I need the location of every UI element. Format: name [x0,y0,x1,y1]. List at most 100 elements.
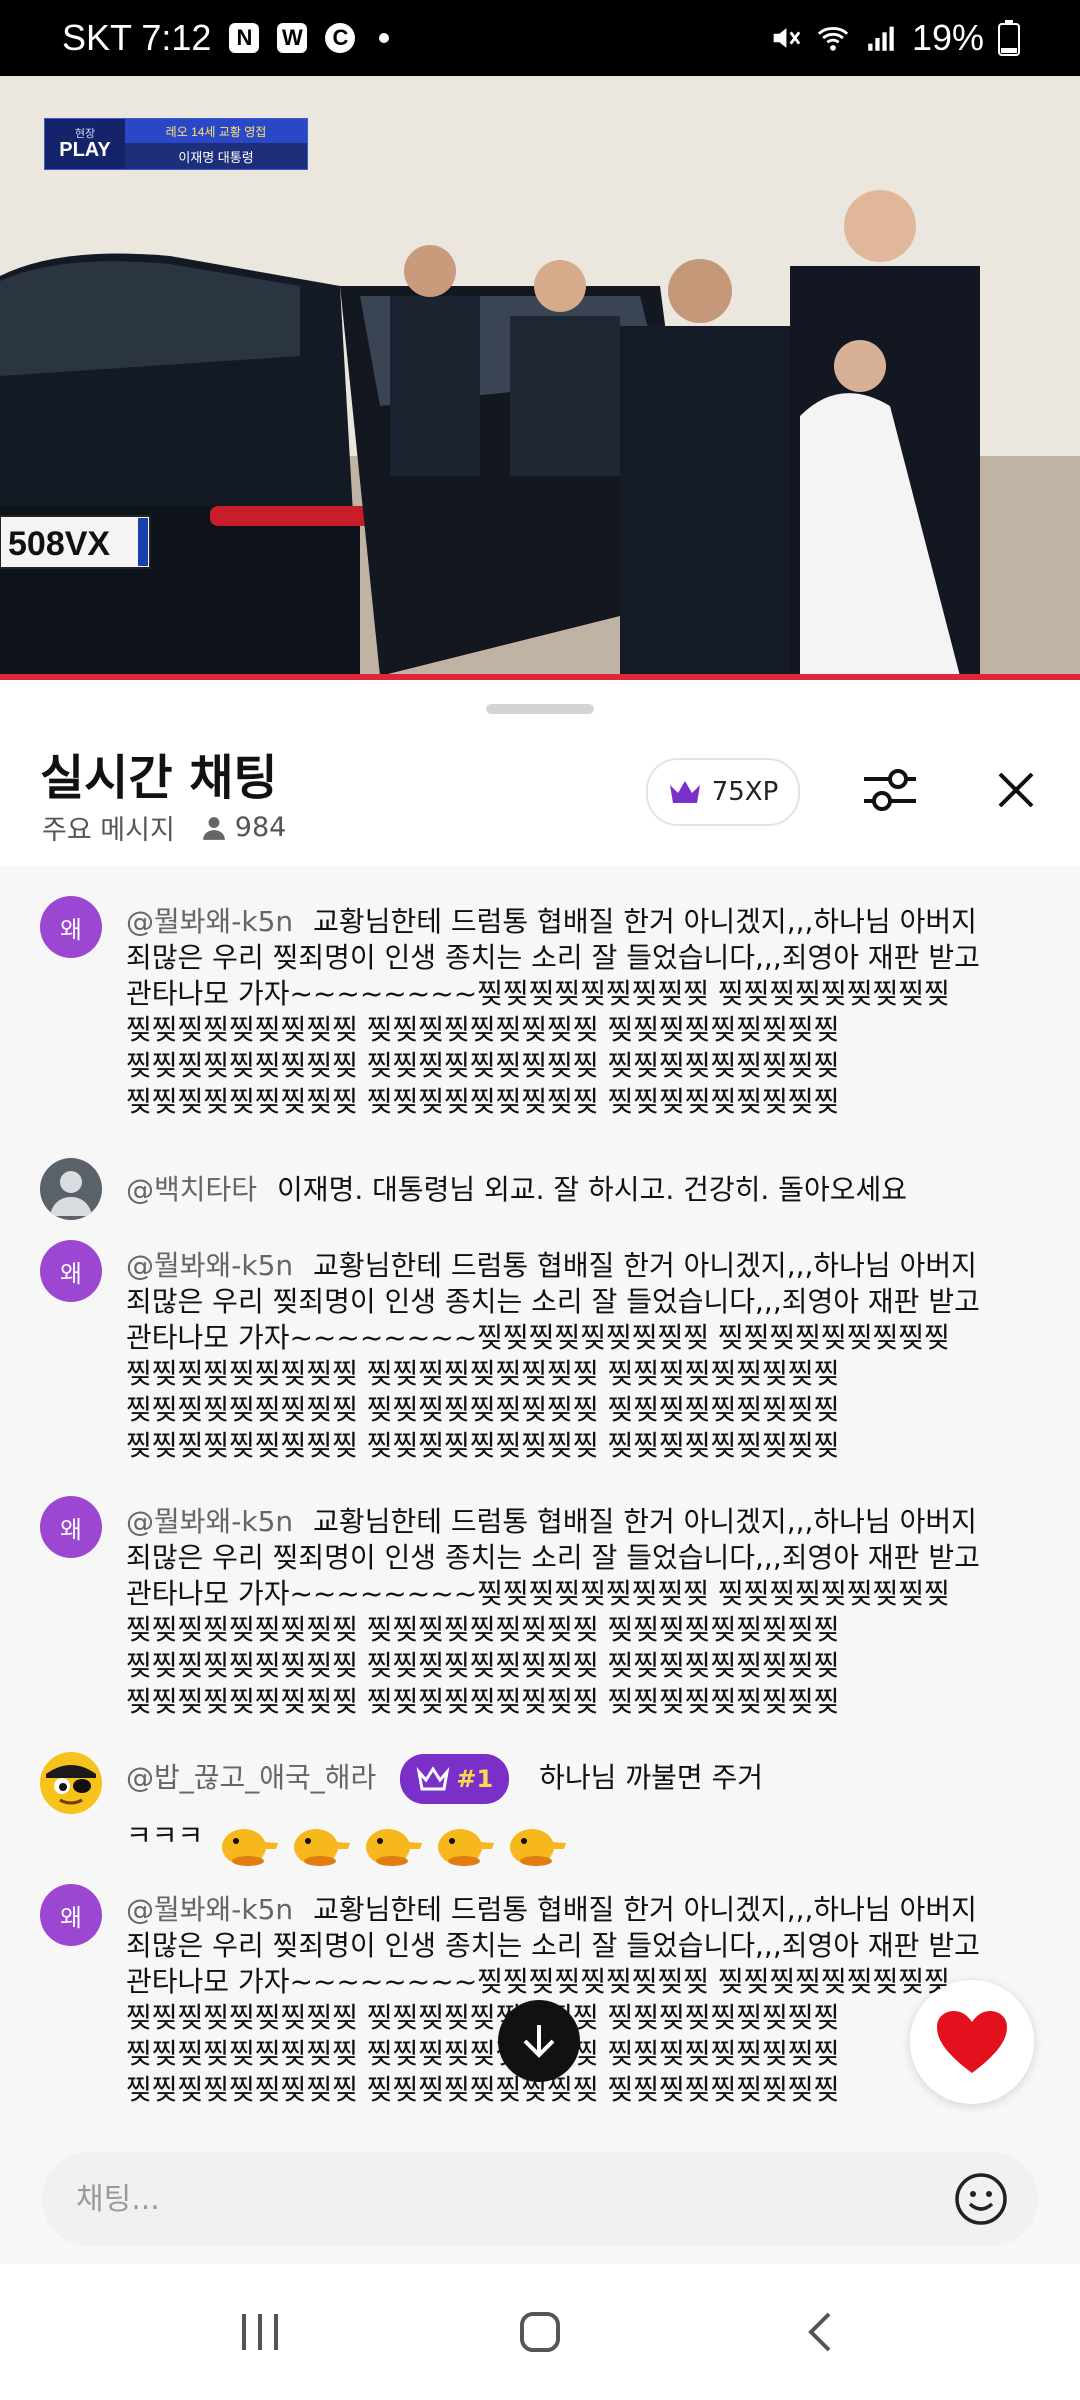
mute-icon [773,28,801,48]
avatar[interactable] [40,1158,102,1220]
status-bar: SKT 7:12 N W C 19% [0,0,1080,76]
live-chat-sheet: 실시간 채팅 주요 메시지 984 75XP 왜 @뭘봐왜-k5n 교황님한테 드… [0,680,1080,2400]
avatar[interactable]: 왜 [40,896,102,958]
arrow-down-icon [523,2025,555,2058]
emoji-icon[interactable] [954,2172,1008,2226]
viewer-count: 984 [201,812,287,843]
broadcast-logo: 현장 PLAY [45,119,125,169]
person-icon [202,816,225,840]
chat-message-list[interactable]: 왜 @뭘봐왜-k5n 교황님한테 드럼통 협배질 한거 아니겠지,,,하나님 아버… [0,866,1080,2310]
avatar[interactable]: 왜 [40,1884,102,1946]
crown-icon [669,781,700,803]
message-line: 관타나모 가자~~~~~~~~찢찢찢찢찢찢찢찢찢 찢찢찢찢찢찢찢찢찢 [126,977,950,1010]
message-line: 관타나모 가자~~~~~~~~찢찢찢찢찢찢찢찢찢 찢찢찢찢찢찢찢찢찢 [126,1577,950,1610]
home-icon [520,2312,560,2352]
like-button[interactable] [910,1980,1034,2104]
message-line: 찢찢찢찢찢찢찢찢찢 찢찢찢찢찢찢찢찢찢 찢찢찢찢찢찢찢찢찢 [126,1685,840,1718]
message-text-2: ㅋㅋㅋ [126,1819,204,1852]
status-left: SKT 7:12 N W C [62,17,390,59]
close-button[interactable] [986,760,1046,820]
chat-title: 실시간 채팅 [40,750,278,806]
xp-value: 75XP [711,777,779,807]
author-name[interactable]: @뭘봐왜-k5n [126,905,293,938]
message-content: @뭘봐왜-k5n 교황님한테 드럼통 협배질 한거 아니겠지,,,하나님 아버지 … [126,1248,986,1464]
recent-apps-icon [242,2314,278,2350]
emoji-row [218,1821,568,1867]
viewer-count-value: 984 [234,812,287,843]
filter-button[interactable] [860,760,920,820]
chat-message: @백치타타 이재명. 대통령님 외교. 잘 하시고. 건강히. 돌아오세요 [0,1158,1080,1228]
member-rank: #1 [456,1765,494,1793]
message-line: 찢찢찢찢찢찢찢찢찢 찢찢찢찢찢찢찢찢찢 찢찢찢찢찢찢찢찢찢 [126,2037,840,2070]
message-line: 찢찢찢찢찢찢찢찢찢 찢찢찢찢찢찢찢찢찢 찢찢찢찢찢찢찢찢찢 [126,1013,840,1046]
notification-w-icon: W [277,23,308,53]
notification-n-icon: N [229,23,260,53]
message-content: @백치타타 이재명. 대통령님 외교. 잘 하시고. 건강히. 돌아오세요 [126,1172,986,1208]
heart-icon [937,2011,1007,2073]
message-line: 찢찢찢찢찢찢찢찢찢 찢찢찢찢찢찢찢찢찢 찢찢찢찢찢찢찢찢찢 [126,2073,840,2106]
chat-message: 왜 @뭘봐왜-k5n 교황님한테 드럼통 협배질 한거 아니겠지,,,하나님 아버… [0,896,1080,1126]
sliders-icon [864,769,916,811]
chat-subtitle-row: 주요 메시지 984 [42,808,286,847]
battery-percent: 19% [911,17,984,58]
back-icon [808,2312,831,2352]
xp-button[interactable]: 75XP [646,758,800,826]
pirate-emoji-icon [41,1753,101,1813]
member-badge: #1 [400,1754,510,1804]
pointing-duck-emoji [366,1829,423,1866]
pointing-duck-emoji [294,1829,351,1866]
author-name[interactable]: @백치타타 [126,1173,257,1206]
message-line: 죄많은 우리 찢죄명이 인생 종치는 소리 잘 들었습니다,,,죄영아 재판 받… [126,1285,980,1318]
chat-input[interactable] [74,2180,898,2218]
avatar[interactable]: 왜 [40,1496,102,1558]
author-name[interactable]: @뭘봐왜-k5n [126,1893,293,1926]
chat-message: 왜 @뭘봐왜-k5n 교황님한테 드럼통 협배질 한거 아니겠지,,,하나님 아버… [0,1240,1080,1470]
default-avatar-icon [50,1171,92,1216]
pointing-duck-emoji [222,1829,279,1866]
message-line: 찢찢찢찢찢찢찢찢찢 찢찢찢찢찢찢찢찢찢 찢찢찢찢찢찢찢찢찢 [126,1393,840,1426]
more-notifications-icon [379,33,390,43]
message-text: 하나님 까불면 주거 [539,1761,764,1794]
message-line: 찢찢찢찢찢찢찢찢찢 찢찢찢찢찢찢찢찢찢 찢찢찢찢찢찢찢찢찢 [126,1649,840,1682]
message-line: 교황님한테 드럼통 협배질 한거 아니겠지,,,하나님 아버지 [313,1249,977,1282]
message-line: 찢찢찢찢찢찢찢찢찢 찢찢찢찢찢찢찢찢찢 찢찢찢찢찢찢찢찢찢 [126,1429,840,1462]
message-line: 찢찢찢찢찢찢찢찢찢 찢찢찢찢찢찢찢찢찢 찢찢찢찢찢찢찢찢찢 [126,1613,840,1646]
signal-icon [868,26,894,51]
chat-mode-label[interactable]: 주요 메시지 [42,808,175,847]
message-content: @밥_끊고_애국_해라 #1 하나님 까불면 주거 ㅋㅋㅋ [126,1754,986,1867]
license-plate: 508VX [8,525,110,563]
scroll-to-bottom-button[interactable] [498,2000,580,2082]
chat-message: 왜 @뭘봐왜-k5n 교황님한테 드럼통 협배질 한거 아니겠지,,,하나님 아버… [0,1496,1080,1726]
back-button[interactable] [780,2292,860,2372]
battery-icon [998,20,1020,56]
recent-apps-button[interactable] [220,2292,300,2372]
author-name[interactable]: @뭘봐왜-k5n [126,1249,293,1282]
message-line: 교황님한테 드럼통 협배질 한거 아니겠지,,,하나님 아버지 [313,905,977,938]
chat-message: @밥_끊고_애국_해라 #1 하나님 까불면 주거 ㅋㅋㅋ [0,1752,1080,1872]
avatar[interactable] [40,1752,102,1814]
pointing-duck-emoji [438,1829,495,1866]
close-icon [998,772,1034,808]
message-line: 교황님한테 드럼통 협배질 한거 아니겠지,,,하나님 아버지 [313,1893,977,1926]
carrier-time: SKT 7:12 [62,17,212,58]
author-name[interactable]: @뭘봐왜-k5n [126,1505,293,1538]
message-line: 찢찢찢찢찢찢찢찢찢 찢찢찢찢찢찢찢찢찢 찢찢찢찢찢찢찢찢찢 [126,1049,840,1082]
video-player[interactable]: 508VX 현장 PLAY 레오 14세 교황 영접 이재명 대통령 [0,76,1080,680]
notification-c-icon: C [325,23,356,53]
message-line: 죄많은 우리 찢죄명이 인생 종치는 소리 잘 들었습니다,,,죄영아 재판 받… [126,1929,980,1962]
avatar[interactable]: 왜 [40,1240,102,1302]
message-content: @뭘봐왜-k5n 교황님한테 드럼통 협배질 한거 아니겠지,,,하나님 아버지 … [126,1504,986,1720]
message-line: 찢찢찢찢찢찢찢찢찢 찢찢찢찢찢찢찢찢찢 찢찢찢찢찢찢찢찢찢 [126,2001,840,2034]
drag-handle[interactable] [486,704,594,714]
message-line: 교황님한테 드럼통 협배질 한거 아니겠지,,,하나님 아버지 [313,1505,977,1538]
status-right: 19% [768,17,1020,59]
home-button[interactable] [500,2292,580,2372]
message-text: 이재명. 대통령님 외교. 잘 하시고. 건강히. 돌아오세요 [277,1173,908,1206]
author-name[interactable]: @밥_끊고_애국_해라 [126,1761,376,1794]
chat-input-bar [42,2152,1038,2246]
message-line: 찢찢찢찢찢찢찢찢찢 찢찢찢찢찢찢찢찢찢 찢찢찢찢찢찢찢찢찢 [126,1085,840,1118]
crown-outline-icon [416,1766,450,1791]
message-content: @뭘봐왜-k5n 교황님한테 드럼통 협배질 한거 아니겠지,,,하나님 아버지 … [126,904,986,1120]
message-line: 찢찢찢찢찢찢찢찢찢 찢찢찢찢찢찢찢찢찢 찢찢찢찢찢찢찢찢찢 [126,1357,840,1390]
message-line: 관타나모 가자~~~~~~~~찢찢찢찢찢찢찢찢찢 찢찢찢찢찢찢찢찢찢 [126,1321,950,1354]
